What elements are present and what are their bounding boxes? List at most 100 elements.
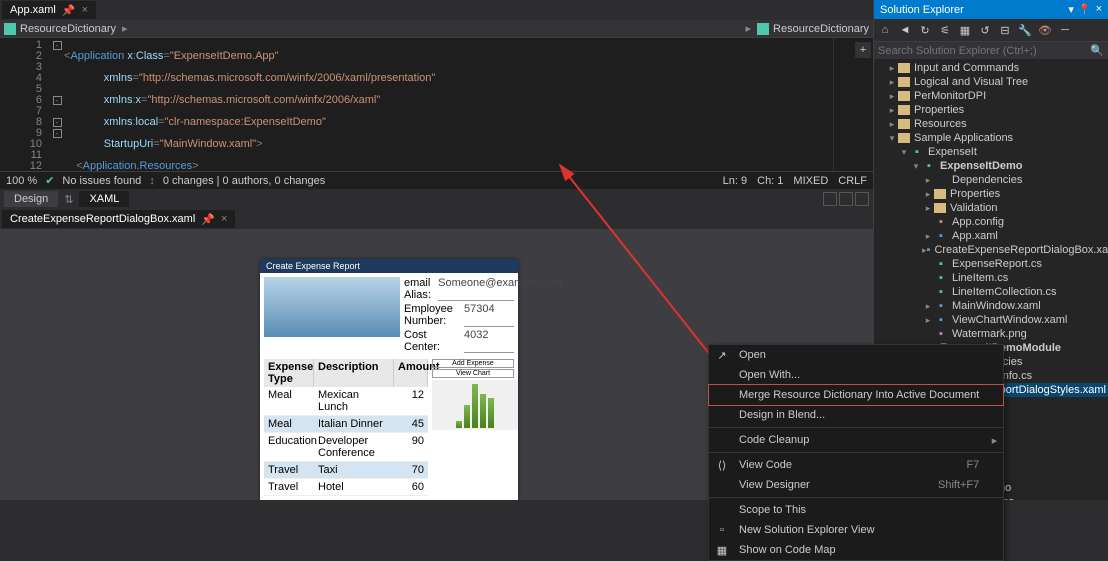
zoom-level[interactable]: 100 % — [6, 175, 37, 187]
tree-item[interactable]: ▸▪MainWindow.xaml — [874, 299, 1108, 313]
ctx-code-map[interactable]: ▦Show on Code Map — [709, 540, 1003, 560]
show-all-icon[interactable]: ▦ — [956, 21, 974, 39]
mini-chart — [432, 380, 518, 430]
swap-icon[interactable]: ⇅ — [60, 193, 77, 206]
search-input[interactable] — [878, 45, 1090, 57]
fold-toggle[interactable]: - — [53, 96, 62, 105]
pin-icon[interactable]: 📍 — [1078, 3, 1092, 16]
tree-item[interactable]: ▸▪CreateExpenseReportDialogBox.xaml — [874, 243, 1108, 257]
ctx-design-blend[interactable]: Design in Blend... — [709, 405, 1003, 425]
tab-label: App.xaml — [10, 4, 56, 16]
collapse-icon[interactable]: ⊟ — [996, 21, 1014, 39]
chevron-icon[interactable]: ▸ — [922, 301, 934, 312]
tree-item[interactable]: ▸Properties — [874, 187, 1108, 201]
back-icon[interactable]: ◄ — [896, 21, 914, 39]
ctx-view-designer[interactable]: View DesignerShift+F7 — [709, 475, 1003, 495]
chevron-icon[interactable]: ▸ — [922, 189, 934, 200]
properties-icon[interactable]: 🔧 — [1016, 21, 1034, 39]
breadcrumb-item[interactable]: ResourceDictionary — [757, 23, 869, 35]
xaml-tab[interactable]: XAML — [79, 191, 129, 207]
editor-tab-app-xaml[interactable]: App.xaml 📌 × — [2, 1, 96, 19]
tree-item[interactable]: ▾▪ExpenseItDemo — [874, 159, 1108, 173]
tree-item[interactable]: ▸Properties — [874, 103, 1108, 117]
solution-explorer-search[interactable]: 🔍 — [874, 42, 1108, 59]
tree-item[interactable]: ▾Sample Applications — [874, 131, 1108, 145]
issues-label[interactable]: No issues found — [62, 175, 141, 187]
pin-icon[interactable]: 📌 — [201, 213, 215, 226]
file-icon: ▪ — [934, 286, 948, 298]
close-icon[interactable]: × — [82, 4, 88, 16]
ctx-view-code[interactable]: ⟨⟩View CodeF7 — [709, 455, 1003, 475]
pin-icon[interactable]: 📌 — [62, 4, 76, 17]
changes-label[interactable]: 0 changes | 0 authors, 0 changes — [163, 175, 325, 187]
breadcrumb-item[interactable]: ResourceDictionary — [4, 23, 116, 35]
refresh-icon[interactable]: ↺ — [976, 21, 994, 39]
chevron-icon[interactable]: ▸ — [886, 119, 898, 130]
ctx-open-with[interactable]: Open With... — [709, 365, 1003, 385]
home-icon[interactable]: ⌂ — [876, 21, 894, 39]
ctx-code-cleanup[interactable]: Code Cleanup▸ — [709, 430, 1003, 450]
layout-icon[interactable] — [839, 192, 853, 206]
tree-item[interactable]: ▪LineItem.cs — [874, 271, 1108, 285]
tree-item[interactable]: ▸Input and Commands — [874, 61, 1108, 75]
design-tab[interactable]: Design — [4, 191, 58, 207]
chevron-icon[interactable]: ▸ — [886, 91, 898, 102]
ctx-open[interactable]: ↗Open — [709, 345, 1003, 365]
dropdown-icon[interactable]: ▾ — [1068, 3, 1074, 16]
tree-item[interactable]: ▪ExpenseReport.cs — [874, 257, 1108, 271]
chevron-icon[interactable]: ▸ — [922, 231, 934, 242]
view-chart-button[interactable]: View Chart — [432, 369, 514, 378]
chevron-icon[interactable]: ▸ — [922, 175, 934, 186]
tree-item[interactable]: ▪Watermark.png — [874, 327, 1108, 341]
ctx-merge-resource-dictionary[interactable]: Merge Resource Dictionary Into Active Do… — [708, 384, 1004, 406]
code-content[interactable]: <Application x:Class="ExpenseItDemo.App"… — [64, 38, 833, 171]
chevron-right-icon: ▸ — [122, 22, 128, 35]
tree-item[interactable]: ▸▪App.xaml — [874, 229, 1108, 243]
chevron-icon[interactable]: ▸ — [922, 315, 934, 326]
tree-item[interactable]: ▪App.config — [874, 215, 1108, 229]
eol-indicator[interactable]: CRLF — [838, 175, 867, 187]
chevron-icon[interactable]: ▸ — [886, 105, 898, 116]
add-expense-button[interactable]: Add Expense — [432, 359, 514, 368]
tree-label: LineItemCollection.cs — [952, 286, 1057, 298]
close-icon[interactable]: × — [1096, 3, 1102, 16]
fold-toggle[interactable]: - — [53, 118, 62, 127]
fold-toggle[interactable]: - — [53, 129, 62, 138]
layout-icon[interactable] — [823, 192, 837, 206]
tree-item[interactable]: ▸Dependencies — [874, 173, 1108, 187]
chevron-icon[interactable]: ▾ — [910, 161, 922, 172]
tree-label: ExpenseIt — [928, 146, 977, 158]
layout-icon[interactable] — [855, 192, 869, 206]
code-editor[interactable]: 12345678910111213141516171819202122 - - … — [0, 38, 873, 171]
col-indicator[interactable]: Ch: 1 — [757, 175, 783, 187]
ctx-new-se-view[interactable]: ▫New Solution Explorer View — [709, 520, 1003, 540]
indent-indicator[interactable]: MIXED — [793, 175, 828, 187]
tree-item[interactable]: ▾▪ExpenseIt — [874, 145, 1108, 159]
filter-icon[interactable]: ⚟ — [936, 21, 954, 39]
add-icon[interactable]: + — [855, 42, 871, 58]
file-icon: ▪ — [922, 160, 936, 172]
chevron-icon[interactable]: ▸ — [922, 203, 934, 214]
tree-item[interactable]: ▪ LineItemCollection.cs — [874, 285, 1108, 299]
close-icon[interactable]: × — [221, 213, 227, 225]
fold-toggle[interactable]: - — [53, 41, 62, 50]
file-icon — [898, 77, 910, 87]
search-icon[interactable]: 🔍 — [1090, 44, 1104, 57]
line-indicator[interactable]: Ln: 9 — [723, 175, 747, 187]
ctx-scope[interactable]: Scope to This — [709, 500, 1003, 520]
tree-item[interactable]: ▸Validation — [874, 201, 1108, 215]
status-bar: 100 % ✔ No issues found ↕ 0 changes | 0 … — [0, 171, 873, 189]
tree-item[interactable]: ▸Resources — [874, 117, 1108, 131]
sync-icon[interactable]: ↻ — [916, 21, 934, 39]
more-icon[interactable]: ─ — [1056, 21, 1074, 39]
tree-item[interactable]: ▸PerMonitorDPI — [874, 89, 1108, 103]
designer-file-tab[interactable]: CreateExpenseReportDialogBox.xaml 📌 × — [2, 210, 235, 228]
chevron-icon[interactable]: ▾ — [898, 147, 910, 158]
tree-item[interactable]: ▸Logical and Visual Tree — [874, 75, 1108, 89]
chevron-icon[interactable]: ▸ — [886, 77, 898, 88]
minimap[interactable]: + — [833, 38, 873, 171]
chevron-icon[interactable]: ▾ — [886, 133, 898, 144]
chevron-icon[interactable]: ▸ — [886, 63, 898, 74]
preview-icon[interactable]: 👁 — [1036, 21, 1054, 39]
tree-item[interactable]: ▸▪ViewChartWindow.xaml — [874, 313, 1108, 327]
